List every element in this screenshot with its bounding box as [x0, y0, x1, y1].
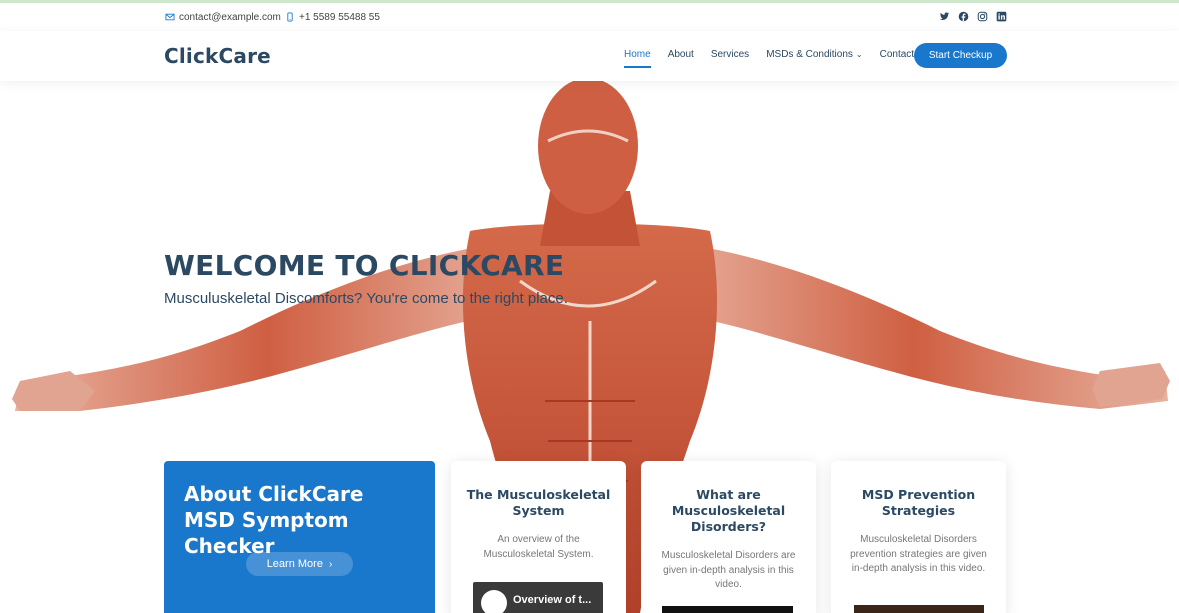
nav-services[interactable]: Services [711, 49, 749, 60]
learn-more-button[interactable]: Learn More › [246, 552, 353, 576]
nav-msds-dropdown[interactable]: MSDs & Conditions ⌄ [766, 49, 862, 60]
card-msd-prevention: MSD Prevention Strategies Musculoskeleta… [831, 461, 1006, 613]
facebook-icon[interactable] [957, 10, 970, 23]
contact-email-text: contact@example.com [179, 11, 281, 23]
envelope-icon [164, 11, 176, 23]
social-links [938, 10, 1008, 23]
video-title: Overview of t... [513, 594, 592, 606]
video-thumbnail[interactable]: Overview of t... [473, 582, 603, 613]
right-arm-shape [660, 241, 1168, 409]
about-box-title: About ClickCare MSD Symptom Checker [184, 482, 364, 558]
chevron-right-icon: › [328, 558, 333, 570]
contact-phone[interactable]: +1 5589 55488 55 [284, 11, 380, 23]
play-icon [481, 590, 507, 613]
nav-msds-label: MSDs & Conditions [766, 49, 853, 60]
card-title: MSD Prevention Strategies [861, 487, 976, 518]
learn-more-label: Learn More [266, 558, 323, 570]
card-title: What are Musculoskeletal Disorders? [671, 487, 786, 534]
card-text: An overview of the Musculoskeletal Syste… [483, 534, 594, 560]
card-musculoskeletal-system: The Musculoskeletal System An overview o… [451, 461, 626, 613]
card-title: The Musculoskeletal System [466, 487, 611, 518]
video-thumbnail[interactable] [854, 605, 984, 613]
nav-contact[interactable]: Contact [880, 49, 914, 60]
site-header: ClickCare Home About Services MSDs & Con… [0, 31, 1179, 81]
card-what-are-msds: What are Musculoskeletal Disorders? Musc… [641, 461, 816, 613]
site-logo[interactable]: ClickCare [164, 44, 271, 68]
card-text: Musculoskeletal Disorders prevention str… [850, 534, 987, 574]
hero-title: WELCOME TO CLICKCARE [164, 249, 565, 282]
start-checkup-button[interactable]: Start Checkup [914, 43, 1007, 68]
head-shape [538, 81, 638, 214]
instagram-icon[interactable] [976, 10, 989, 23]
contact-phone-text: +1 5589 55488 55 [299, 11, 380, 23]
chevron-down-icon: ⌄ [855, 50, 863, 59]
video-thumbnail[interactable] [662, 606, 793, 613]
contact-email[interactable]: contact@example.com [164, 11, 281, 23]
twitter-icon[interactable] [938, 10, 951, 23]
hero-subtitle: Musculuskeletal Discomforts? You're come… [164, 290, 568, 307]
top-bar: contact@example.com +1 5589 55488 55 [0, 3, 1179, 31]
main-nav: Home About Services MSDs & Conditions ⌄ C… [624, 49, 931, 68]
phone-icon [284, 11, 296, 23]
nav-home[interactable]: Home [624, 49, 651, 68]
about-box: About ClickCare MSD Symptom Checker Lear… [164, 461, 435, 613]
card-text: Musculoskeletal Disorders are given in-d… [661, 550, 796, 590]
linkedin-icon[interactable] [995, 10, 1008, 23]
nav-about[interactable]: About [668, 49, 694, 60]
